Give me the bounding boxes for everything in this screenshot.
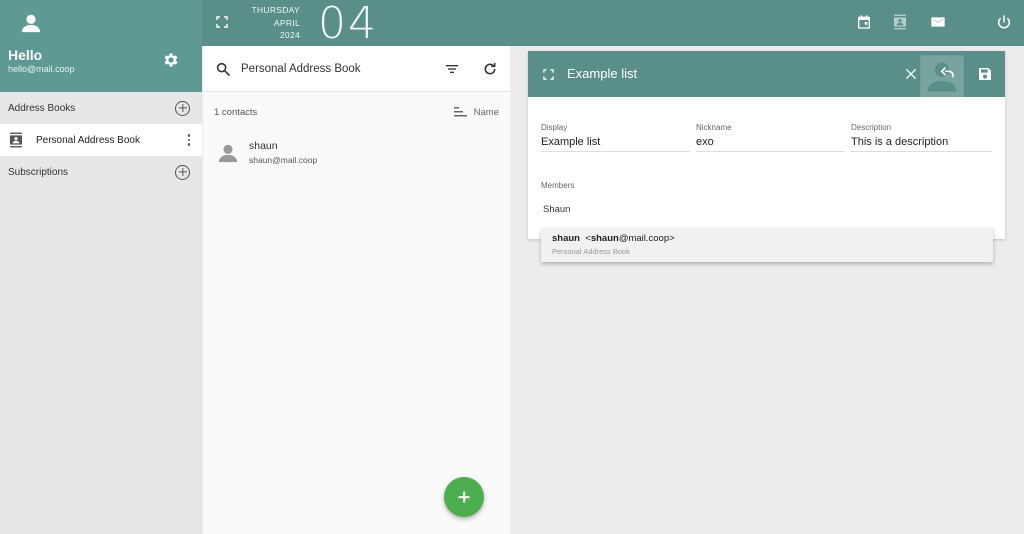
contact-name: shaun (249, 140, 278, 152)
user-header: Hello hello@mail.coop (0, 0, 202, 92)
search-bar (203, 46, 510, 92)
filter-icon[interactable] (444, 61, 460, 77)
user-email: hello@mail.coop (8, 64, 75, 74)
contact-book-icon (10, 132, 22, 148)
editor-header: Example list (528, 51, 1005, 97)
save-icon[interactable] (977, 66, 993, 82)
editor-title: Example list (567, 66, 638, 81)
nickname-field: Nickname (696, 123, 845, 152)
sidebar-item-label: Personal Address Book (36, 134, 140, 146)
mail-icon[interactable] (930, 14, 946, 30)
close-icon[interactable] (903, 66, 919, 82)
user-avatar-icon (21, 14, 41, 33)
contacts-icon[interactable] (892, 14, 908, 30)
members-label: Members (541, 181, 575, 190)
day-number: 04 (318, 0, 378, 49)
search-icon[interactable] (215, 61, 231, 77)
display-field: Display (541, 123, 690, 152)
display-label: Display (541, 123, 568, 132)
suggestion-line: shaun <shaun@mail.coop> (552, 233, 982, 244)
contact-avatar-icon (218, 144, 238, 162)
display-input[interactable] (541, 133, 690, 152)
description-label: Description (851, 123, 892, 132)
address-books-label: Address Books (8, 102, 76, 114)
description-input[interactable] (851, 133, 992, 152)
date-text: THURSDAY APRIL 2024 (246, 4, 300, 42)
sidebar-item-personal-address-book[interactable]: Personal Address Book (0, 124, 202, 156)
month-text: APRIL (273, 17, 300, 28)
suggestion-email-rest: @mail.coop> (618, 233, 675, 244)
add-address-book-icon[interactable] (175, 100, 190, 116)
contacts-count: 1 contacts (214, 106, 258, 118)
expand-icon[interactable] (543, 69, 554, 80)
user-greeting: Hello (8, 47, 43, 63)
address-books-header: Address Books (0, 92, 202, 124)
top-bar: THURSDAY APRIL 2024 04 (202, 0, 1024, 49)
year-text: 2024 (279, 30, 300, 40)
add-subscription-icon[interactable] (175, 164, 190, 180)
suggestion-source: Personal Address Book (552, 247, 630, 256)
nickname-input[interactable] (696, 133, 845, 152)
more-options-icon[interactable] (184, 134, 194, 146)
subscriptions-header: Subscriptions (0, 156, 202, 188)
contact-list-item[interactable]: shaun shaun@mail.coop (203, 132, 510, 165)
fullscreen-icon[interactable] (216, 16, 228, 28)
contact-email: shaun@mail.coop (249, 155, 318, 165)
suggestion-name: shaun (552, 233, 580, 244)
undo-icon[interactable] (939, 66, 955, 82)
add-contact-button[interactable] (444, 477, 484, 517)
power-icon[interactable] (996, 14, 1012, 30)
refresh-icon[interactable] (482, 61, 498, 77)
sort-button[interactable]: Name (453, 106, 499, 118)
sort-icon (453, 107, 467, 117)
list-editor-card: Example list Display Nickname Descriptio… (528, 51, 1005, 239)
sidebar: Hello hello@mail.coop Address Books Pers… (0, 0, 202, 534)
weekday-text: THURSDAY (251, 5, 300, 15)
sort-label: Name (473, 106, 499, 118)
members-input[interactable] (541, 201, 991, 218)
suggestion-email-match: shaun (590, 233, 619, 244)
contacts-count-row: 1 contacts Name (203, 92, 510, 132)
contacts-panel: 1 contacts Name shaun shaun@mail.coop (203, 46, 510, 534)
member-suggestion-item[interactable]: shaun <shaun@mail.coop> Personal Address… (541, 228, 993, 262)
search-input[interactable] (241, 62, 438, 75)
settings-gear-icon[interactable] (162, 51, 180, 69)
nickname-label: Nickname (696, 123, 732, 132)
calendar-icon[interactable] (856, 14, 872, 30)
subscriptions-label: Subscriptions (8, 166, 69, 178)
description-field: Description (851, 123, 992, 152)
